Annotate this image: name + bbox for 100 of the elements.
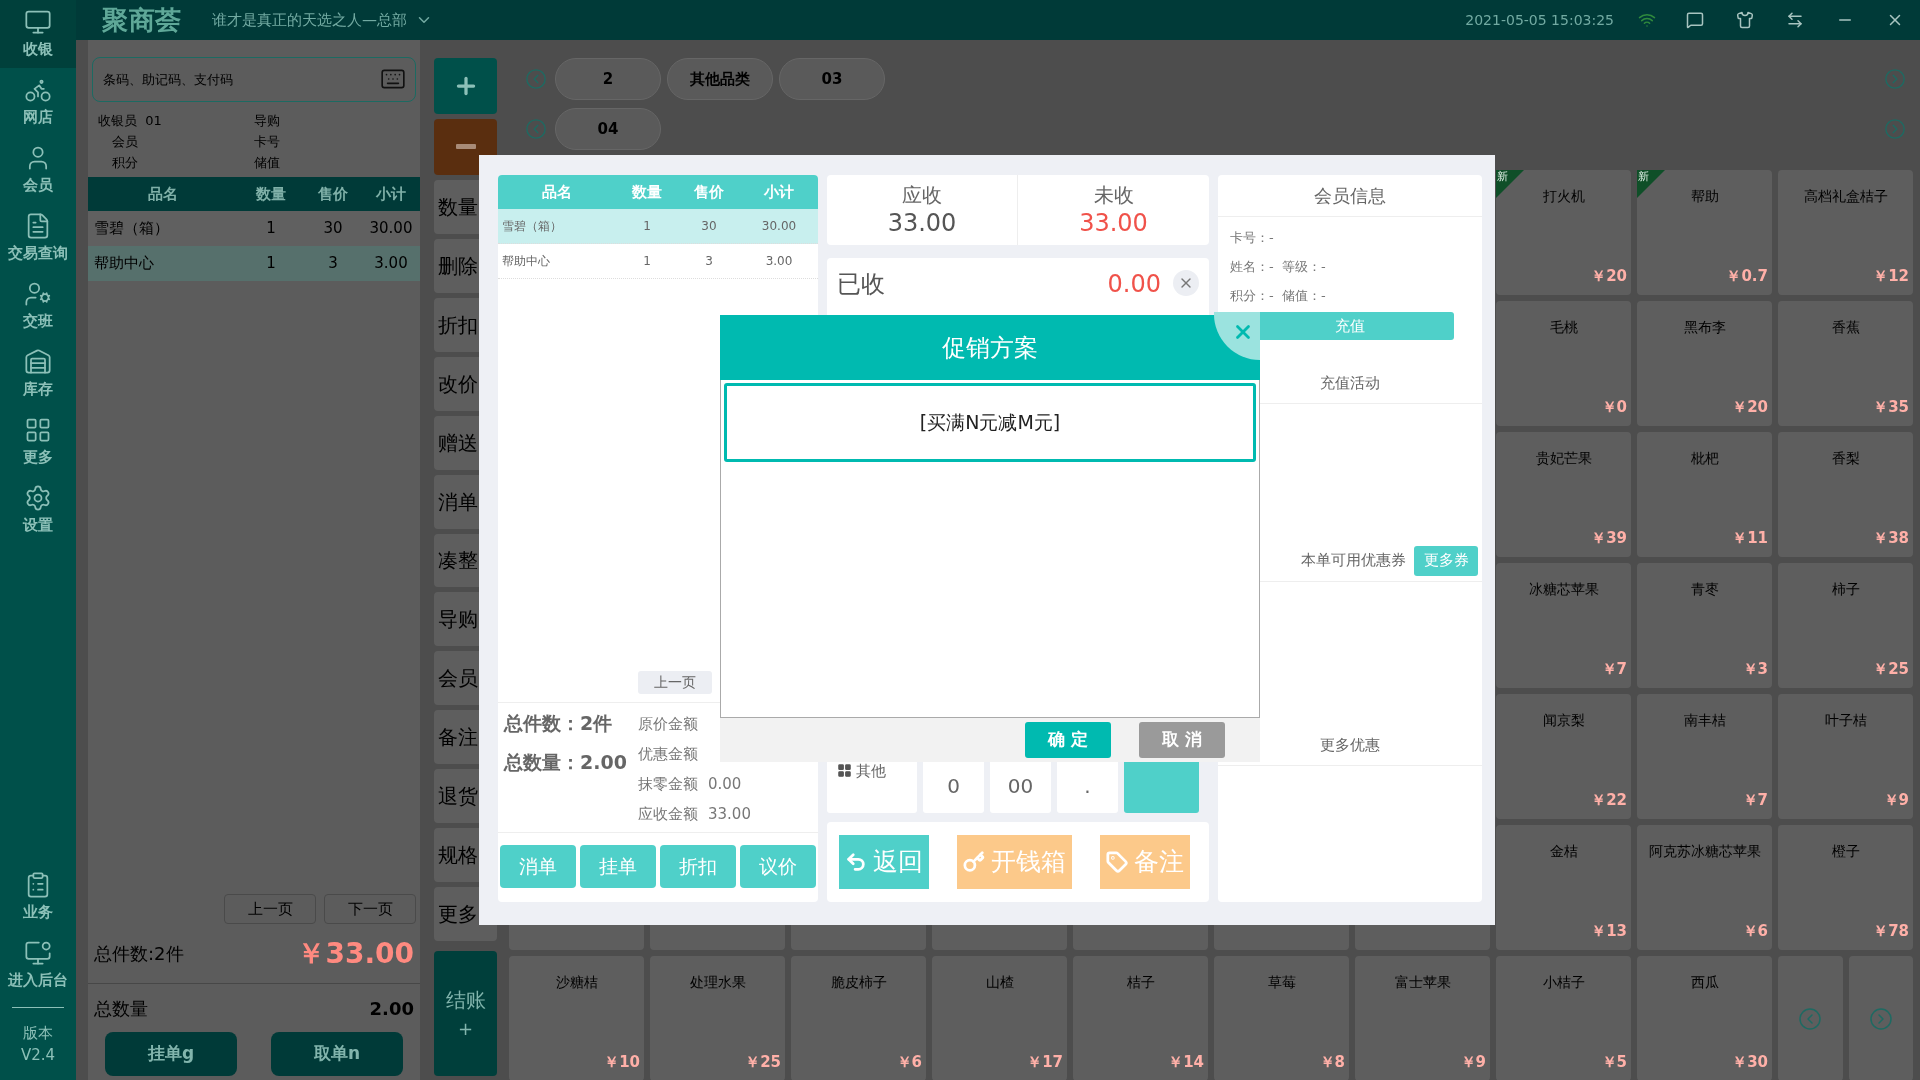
order-button[interactable]: 折扣 bbox=[660, 845, 736, 888]
search-field[interactable]: 条码、助记码、支付码 bbox=[92, 57, 416, 102]
table-row[interactable]: 雪碧（箱） 1 30 30.00 bbox=[88, 211, 420, 246]
key-icon bbox=[963, 851, 985, 873]
product-tile[interactable]: 新 打火机 ￥20 bbox=[1496, 170, 1631, 295]
product-name: 香蕉 bbox=[1831, 318, 1860, 337]
product-tile[interactable]: 柿子 ￥25 bbox=[1778, 563, 1913, 688]
shirt-icon[interactable] bbox=[1736, 11, 1754, 29]
table-cell-text: 30.00 bbox=[760, 218, 798, 235]
table-cell-text: 3 bbox=[704, 253, 714, 270]
info-label: 导购 bbox=[254, 111, 281, 130]
product-name: 高档礼盒桔子 bbox=[1803, 187, 1888, 206]
product-tile[interactable]: 高档礼盒桔子 ￥12 bbox=[1778, 170, 1913, 295]
page-button[interactable]: 下一页 bbox=[324, 894, 416, 924]
info-label: 会员 bbox=[111, 132, 139, 151]
product-name: 毛桃 bbox=[1549, 318, 1578, 337]
product-tile[interactable]: 青枣 ￥3 bbox=[1637, 563, 1772, 688]
product-tile[interactable]: 黑布李 ￥20 bbox=[1637, 301, 1772, 426]
amount-value: 0.00 bbox=[708, 773, 742, 795]
category-chip[interactable]: 04 bbox=[555, 108, 661, 150]
amount-label: 优惠金额 bbox=[638, 743, 698, 765]
add-button[interactable] bbox=[434, 58, 497, 114]
product-price: ￥7 bbox=[1601, 658, 1627, 680]
product-tile[interactable]: 毛桃 ￥0 bbox=[1496, 301, 1631, 426]
store-name: 谁才是真正的天选之人—总部 bbox=[211, 9, 407, 31]
version-label: 版本 V2.4 bbox=[19, 1023, 57, 1066]
product-tile[interactable]: 冰糖芯苹果 ￥7 bbox=[1496, 563, 1631, 688]
product-tile[interactable]: 富士苹果 ￥9 bbox=[1355, 956, 1490, 1080]
more-coupons-button[interactable]: 更多券 bbox=[1414, 545, 1478, 576]
section-title: 本单可用优惠券 bbox=[1301, 550, 1406, 572]
swap-icon[interactable] bbox=[1786, 11, 1804, 29]
product-price: ￥20 bbox=[1591, 265, 1627, 287]
table-row[interactable]: 雪碧（箱） 1 30 30.00 bbox=[498, 209, 818, 244]
section-title: 更多优惠 bbox=[1320, 735, 1380, 757]
order-button[interactable]: 消单 bbox=[500, 845, 576, 888]
table-cell-text: 3.00 bbox=[764, 253, 794, 270]
product-tile[interactable]: 香蕉 ￥35 bbox=[1778, 301, 1913, 426]
product-price: ￥3 bbox=[1742, 658, 1768, 680]
product-price: ￥22 bbox=[1591, 789, 1627, 811]
reply-icon bbox=[845, 851, 867, 873]
product-tile[interactable]: 橙子 ￥78 bbox=[1778, 825, 1913, 950]
product-tile[interactable]: 金桔 ￥13 bbox=[1496, 825, 1631, 950]
product-tile[interactable]: 贵妃芒果 ￥39 bbox=[1496, 432, 1631, 557]
promo-option[interactable]: [买满N元减M元] bbox=[724, 383, 1256, 462]
product-name: 青枣 bbox=[1690, 580, 1719, 599]
order-button[interactable]: 取单n bbox=[271, 1032, 403, 1076]
product-tile[interactable]: 南丰桔 ￥7 bbox=[1637, 694, 1772, 819]
product-tile[interactable]: 叶子桔 ￥9 bbox=[1778, 694, 1913, 819]
product-price: ￥5 bbox=[1601, 1051, 1627, 1073]
table-cell-text: 帮助中心 bbox=[501, 253, 551, 270]
product-tile[interactable]: 脆皮柿子 ￥6 bbox=[791, 956, 926, 1080]
category-chip[interactable]: 2 bbox=[555, 58, 661, 100]
remove-button[interactable] bbox=[434, 118, 497, 175]
page-button[interactable]: 上一页 bbox=[224, 894, 316, 924]
product-price: ￥0.7 bbox=[1726, 265, 1768, 287]
sidebar-item[interactable]: 收银 bbox=[0, 0, 76, 68]
product-tile[interactable]: 沙糖桔 ￥10 bbox=[509, 956, 644, 1080]
message-icon[interactable] bbox=[1686, 11, 1704, 29]
amount-label: 应收 bbox=[902, 182, 942, 208]
product-price: ￥10 bbox=[604, 1051, 640, 1073]
product-tile[interactable]: 桔子 ￥14 bbox=[1073, 956, 1208, 1080]
checkout-button[interactable]: 结账 + bbox=[434, 951, 497, 1076]
product-name: 叶子桔 bbox=[1824, 711, 1867, 730]
product-tile[interactable]: 处理水果 ￥25 bbox=[650, 956, 785, 1080]
action-button[interactable]: 返回 bbox=[839, 835, 929, 889]
table-row[interactable]: 帮助中心 1 3 3.00 bbox=[88, 246, 420, 281]
order-button[interactable]: 议价 bbox=[740, 845, 816, 888]
order-button[interactable]: 挂单 bbox=[580, 845, 656, 888]
member-info: 卡号：- bbox=[1230, 229, 1275, 247]
column-header: 品名 bbox=[147, 183, 179, 205]
product-name: 枇杷 bbox=[1690, 449, 1719, 468]
amount-label: 应收金额 bbox=[638, 803, 698, 825]
product-tile[interactable]: 闻京梨 ￥22 bbox=[1496, 694, 1631, 819]
product-price: ￥8 bbox=[1319, 1051, 1345, 1073]
product-tile[interactable]: 小桔子 ￥5 bbox=[1496, 956, 1631, 1080]
product-tile[interactable]: 香梨 ￥38 bbox=[1778, 432, 1913, 557]
table-cell-text: 3.00 bbox=[373, 253, 409, 275]
column-header: 小计 bbox=[375, 183, 407, 205]
product-tile[interactable]: 阿克苏冰糖芯苹果 ￥6 bbox=[1637, 825, 1772, 950]
house-icon bbox=[24, 347, 52, 376]
product-price: ￥9 bbox=[1883, 789, 1909, 811]
category-chip[interactable]: 03 bbox=[779, 58, 885, 100]
product-name: 沙糖桔 bbox=[555, 973, 598, 992]
clear-button[interactable] bbox=[1173, 270, 1199, 296]
product-tile[interactable]: 山楂 ￥17 bbox=[932, 956, 1067, 1080]
previous-page-button[interactable]: 上一页 bbox=[638, 671, 712, 694]
member-info: 姓名：- 等级：- bbox=[1230, 258, 1327, 276]
product-tile[interactable]: 新 帮助 ￥0.7 bbox=[1637, 170, 1772, 295]
tag-icon bbox=[1106, 851, 1128, 873]
dialog-button[interactable]: 确 定 bbox=[1025, 722, 1111, 758]
dialog-button[interactable]: 取 消 bbox=[1139, 722, 1225, 758]
new-badge: 新 bbox=[1496, 170, 1524, 198]
product-tile[interactable]: 草莓 ￥8 bbox=[1214, 956, 1349, 1080]
category-chip[interactable]: 其他品类 bbox=[667, 58, 773, 100]
product-tile[interactable]: 枇杷 ￥11 bbox=[1637, 432, 1772, 557]
minus-icon bbox=[455, 144, 476, 150]
amount-value: 33.00 bbox=[887, 208, 957, 238]
product-tile[interactable]: 西瓜 ￥30 bbox=[1637, 956, 1772, 1080]
order-button[interactable]: 挂单g bbox=[105, 1032, 237, 1076]
product-price: ￥17 bbox=[1027, 1051, 1063, 1073]
